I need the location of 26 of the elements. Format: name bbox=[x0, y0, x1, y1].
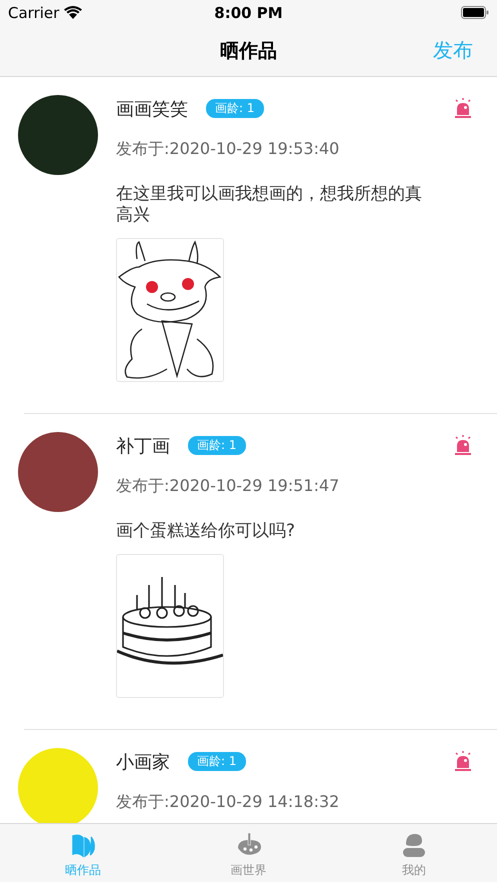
carrier-label: Carrier bbox=[8, 4, 60, 22]
post-text: 画个蛋糕送给你可以吗? bbox=[116, 521, 296, 542]
status-time: 8:00 PM bbox=[214, 4, 283, 22]
tab-item[interactable]: 我的 bbox=[331, 824, 497, 882]
siren-icon[interactable] bbox=[453, 751, 473, 771]
book-icon bbox=[70, 832, 96, 858]
post-date: 发布于:2020-10-29 14:18:32 bbox=[116, 792, 340, 813]
author-name: 小画家 bbox=[116, 750, 170, 774]
age-badge: 画龄: 1 bbox=[206, 99, 264, 118]
person-icon bbox=[402, 832, 426, 858]
page-title: 晒作品 bbox=[220, 38, 277, 64]
post-date: 发布于:2020-10-29 19:51:47 bbox=[116, 476, 340, 497]
battery-icon bbox=[461, 6, 489, 19]
wifi-icon bbox=[64, 6, 82, 19]
publish-button[interactable]: 发布 bbox=[433, 37, 473, 64]
tab-item[interactable]: 画世界 bbox=[166, 824, 332, 882]
palette-icon bbox=[236, 832, 262, 858]
post-date: 发布于:2020-10-29 19:53:40 bbox=[116, 139, 340, 160]
post-text: 在这里我可以画我想画的，想我所想的真高兴 bbox=[116, 184, 423, 226]
siren-icon[interactable] bbox=[453, 98, 473, 118]
author-name: 画画笑笑 bbox=[116, 98, 188, 120]
age-badge: 画龄: 1 bbox=[188, 436, 246, 455]
author-name: 补丁画 bbox=[116, 434, 170, 458]
tab-item[interactable]: 晒作品 bbox=[0, 824, 166, 882]
age-badge: 画龄: 1 bbox=[188, 752, 246, 771]
siren-icon[interactable] bbox=[453, 435, 473, 455]
